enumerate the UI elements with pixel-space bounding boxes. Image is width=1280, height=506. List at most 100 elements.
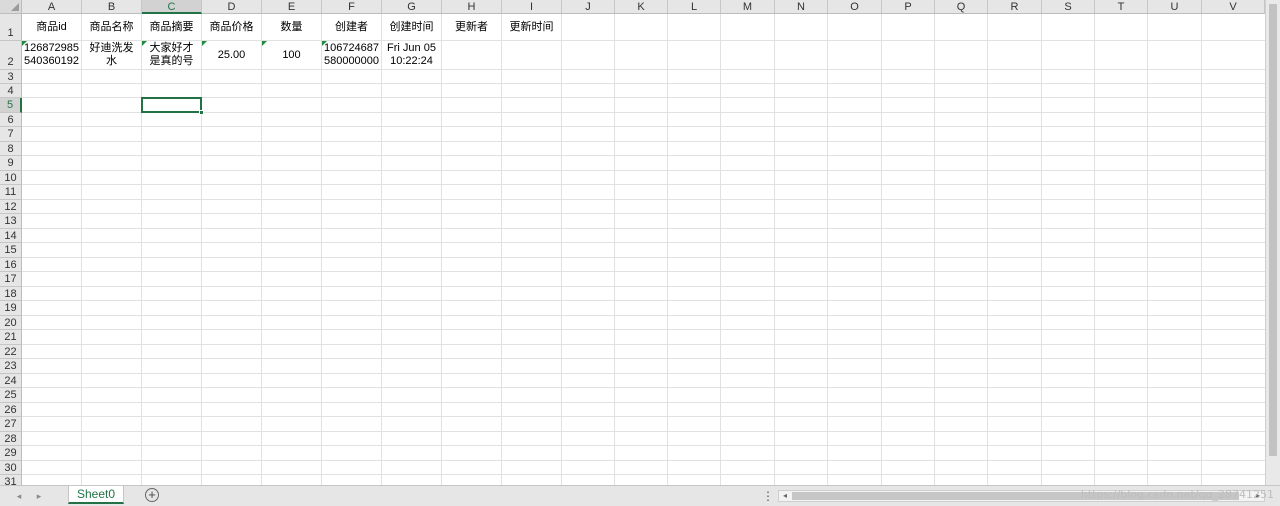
cell-i1[interactable]: 更新时间 <box>502 14 561 40</box>
cell-f2[interactable]: 106724687 580000000 <box>322 41 381 69</box>
cell-f1[interactable]: 创建者 <box>322 14 381 40</box>
row-header-24[interactable]: 24 <box>0 374 22 388</box>
row-header-9[interactable]: 9 <box>0 156 22 171</box>
column-header-j[interactable]: J <box>562 0 615 14</box>
column-header-u[interactable]: U <box>1148 0 1202 14</box>
row-header-10[interactable]: 10 <box>0 171 22 185</box>
cell-b1[interactable]: 商品名称 <box>82 14 141 40</box>
row-header-1[interactable]: 1 <box>0 14 22 41</box>
column-header-b[interactable]: B <box>82 0 142 14</box>
column-header-l[interactable]: L <box>668 0 721 14</box>
column-header-v[interactable]: V <box>1202 0 1265 14</box>
row-header-6[interactable]: 6 <box>0 113 22 127</box>
row-header-16[interactable]: 16 <box>0 258 22 272</box>
cell-d2[interactable]: 25.00 <box>202 41 261 69</box>
row-header-22[interactable]: 22 <box>0 345 22 359</box>
cell-g1[interactable]: 创建时间 <box>382 14 441 40</box>
row-header-8[interactable]: 8 <box>0 142 22 156</box>
gridline-vertical <box>827 14 828 485</box>
scroll-left-arrow-icon[interactable]: ◂ <box>780 491 790 501</box>
cell-a2[interactable]: 126872985 540360192 <box>22 41 81 69</box>
active-cell-cursor[interactable] <box>141 97 202 113</box>
column-header-c[interactable]: C <box>142 0 202 14</box>
gridline-horizontal <box>22 83 1265 84</box>
next-sheet-arrow-icon[interactable]: ▸ <box>34 491 44 501</box>
row-header-2[interactable]: 2 <box>0 41 22 70</box>
column-header-e[interactable]: E <box>262 0 322 14</box>
gridline-vertical <box>321 14 322 485</box>
row-header-4[interactable]: 4 <box>0 84 22 98</box>
row-header-13[interactable]: 13 <box>0 214 22 229</box>
spreadsheet-grid[interactable]: ABCDEFGHIJKLMNOPQRSTUV 1 2 3 4 5 6 7 8 9 10 11 12 13… <box>0 0 1265 485</box>
column-header-k[interactable]: K <box>615 0 668 14</box>
column-header-n[interactable]: N <box>775 0 828 14</box>
column-header-f[interactable]: F <box>322 0 382 14</box>
row-header-23[interactable]: 23 <box>0 359 22 374</box>
gridline-horizontal <box>22 416 1265 417</box>
row-header-17[interactable]: 17 <box>0 272 22 287</box>
row-header-31[interactable]: 31 <box>0 475 22 485</box>
gridline-vertical <box>774 14 775 485</box>
cell-c2[interactable]: 大家好才 是真的号 <box>142 41 201 69</box>
column-header-p[interactable]: P <box>882 0 935 14</box>
cell-h1[interactable]: 更新者 <box>442 14 501 40</box>
row-header-7[interactable]: 7 <box>0 127 22 142</box>
column-header-d[interactable]: D <box>202 0 262 14</box>
cell-text: 商品id <box>36 20 67 33</box>
gridline-vertical <box>1041 14 1042 485</box>
row-header-28[interactable]: 28 <box>0 432 22 446</box>
row-header-29[interactable]: 29 <box>0 446 22 461</box>
row-header-11[interactable]: 11 <box>0 185 22 200</box>
cell-e2[interactable]: 100 <box>262 41 321 69</box>
cell-h2[interactable] <box>442 41 501 69</box>
column-header-t[interactable]: T <box>1095 0 1148 14</box>
column-header-i[interactable]: I <box>502 0 562 14</box>
row-header-30[interactable]: 30 <box>0 461 22 475</box>
column-header-r[interactable]: R <box>988 0 1042 14</box>
row-header-25[interactable]: 25 <box>0 388 22 403</box>
row-header-12[interactable]: 12 <box>0 200 22 214</box>
cell-i2[interactable] <box>502 41 561 69</box>
gridline-horizontal <box>22 242 1265 243</box>
cell-g2[interactable]: Fri Jun 05 10:22:24 <box>382 41 441 69</box>
row-header-27[interactable]: 27 <box>0 417 22 432</box>
row-header-21[interactable]: 21 <box>0 330 22 345</box>
cell-e1[interactable]: 数量 <box>262 14 321 40</box>
column-header-m[interactable]: M <box>721 0 775 14</box>
gridline-vertical <box>201 14 202 485</box>
sheet-tab-sheet0[interactable]: Sheet0 <box>68 486 124 504</box>
row-header-14[interactable]: 14 <box>0 229 22 243</box>
column-header-h[interactable]: H <box>442 0 502 14</box>
row-header-20[interactable]: 20 <box>0 316 22 330</box>
cell-b2[interactable]: 好迪洗发 水 <box>82 41 141 69</box>
cell-text: 100 <box>282 48 301 61</box>
column-header-s[interactable]: S <box>1042 0 1095 14</box>
gridline-horizontal <box>22 431 1265 432</box>
more-options-icon[interactable]: ⋮ <box>762 489 774 503</box>
sheet-tab-bar: ◂ ▸ Sheet0 + ⋮ ◂ ▸ https://blog.csdn.net… <box>0 485 1280 506</box>
row-header-3[interactable]: 3 <box>0 70 22 84</box>
cell-d1[interactable]: 商品价格 <box>202 14 261 40</box>
gridline-horizontal <box>22 257 1265 258</box>
row-header-5[interactable]: 5 <box>0 98 22 113</box>
select-all-triangle-icon <box>11 3 19 11</box>
gridline-vertical <box>667 14 668 485</box>
cell-text: 126872985 540360192 <box>23 42 80 67</box>
watermark: https://blog.csdn.net/qq_28741251 <box>1080 488 1274 501</box>
fill-handle[interactable] <box>199 110 204 115</box>
row-header-19[interactable]: 19 <box>0 301 22 316</box>
row-header-26[interactable]: 26 <box>0 403 22 417</box>
select-all-corner[interactable] <box>0 0 22 14</box>
column-header-a[interactable]: A <box>22 0 82 14</box>
row-header-18[interactable]: 18 <box>0 287 22 301</box>
vertical-scroll-thumb[interactable] <box>1269 4 1277 456</box>
add-sheet-button[interactable]: + <box>145 488 159 502</box>
prev-sheet-arrow-icon[interactable]: ◂ <box>14 491 24 501</box>
cell-a1[interactable]: 商品id <box>22 14 81 40</box>
row-header-15[interactable]: 15 <box>0 243 22 258</box>
column-header-o[interactable]: O <box>828 0 882 14</box>
cell-c1[interactable]: 商品摘要 <box>142 14 201 40</box>
column-header-q[interactable]: Q <box>935 0 988 14</box>
vertical-scrollbar[interactable] <box>1265 0 1280 485</box>
column-header-g[interactable]: G <box>382 0 442 14</box>
